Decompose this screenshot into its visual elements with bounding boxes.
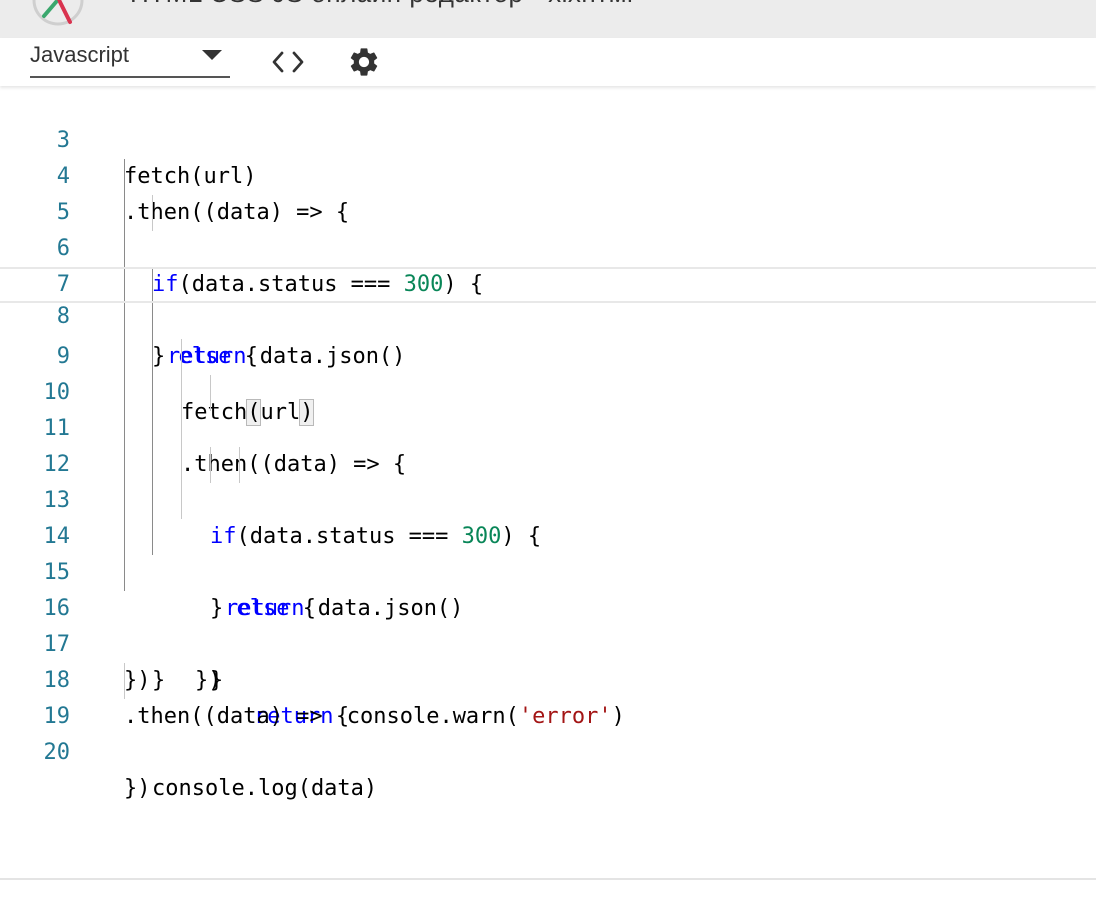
indent-guide: [181, 483, 182, 519]
code-text: }): [124, 776, 151, 801]
indent-guide: [152, 519, 153, 555]
indent-guide: [152, 483, 153, 519]
code-line[interactable]: 7 } else {: [0, 231, 1096, 369]
code-line[interactable]: 11 return data.json(): [0, 375, 1096, 621]
indent-guide: [152, 447, 153, 483]
code-line[interactable]: 5 if(data.status === 300) {: [0, 159, 1096, 297]
indent-guide: [124, 519, 125, 555]
indent-guide: [152, 195, 153, 231]
code-line[interactable]: 12 } else {: [0, 411, 1096, 621]
code-line[interactable]: 16 }: [0, 555, 1096, 693]
window-title: HTML CSS JS онлайн редактор - хіхнтмі: [130, 0, 633, 9]
indent-guide: [152, 269, 153, 301]
code-view-button[interactable]: [268, 42, 308, 82]
indent-guide: [124, 447, 125, 483]
code-line[interactable]: 19 console.log(data): [0, 663, 1096, 801]
indent-guide: [124, 303, 125, 339]
indent-guide: [152, 339, 153, 375]
indent-guide: [152, 411, 153, 447]
language-select[interactable]: Javascript: [30, 38, 230, 78]
language-select-value: Javascript: [30, 42, 130, 67]
indent-guide: [124, 555, 125, 591]
indent-guide: [181, 447, 182, 483]
indent-guide: [124, 483, 125, 519]
code-text: console.log(data): [152, 776, 378, 801]
code-line[interactable]: 6 return data.json(): [0, 195, 1096, 369]
line-number: 20: [43, 740, 71, 765]
editor-toolbar: Javascript: [0, 38, 1096, 86]
indent-guide: [124, 231, 125, 267]
settings-button[interactable]: [344, 42, 384, 82]
indent-guide: [181, 411, 182, 447]
gear-icon: [350, 48, 378, 76]
code-line[interactable]: 9 .then((data) => {: [0, 303, 1096, 477]
code-line[interactable]: 3 fetch(url): [0, 87, 1096, 189]
indent-guide: [124, 375, 125, 411]
chevron-down-icon: [202, 50, 222, 60]
code-line[interactable]: 13 return console.warn('error'): [0, 447, 1096, 729]
code-line[interactable]: 10 if(data.status === 300) {: [0, 339, 1096, 549]
editor-app: HTML CSS JS онлайн редактор - хіхнтмі Ja…: [0, 0, 1096, 924]
indent-guide: [210, 447, 211, 483]
code-line[interactable]: 14 }: [0, 483, 1096, 693]
indent-guide: [181, 375, 182, 411]
indent-guide: [152, 375, 153, 411]
code-line[interactable]: 20 }): [0, 699, 1096, 801]
indent-guide: [181, 339, 182, 375]
code-brackets-icon: [272, 51, 304, 73]
indent-guide: [124, 663, 125, 699]
code-line[interactable]: 15 }): [0, 519, 1096, 693]
indent-guide: [124, 411, 125, 447]
title-bar: HTML CSS JS онлайн редактор - хіхнтмі: [0, 0, 1096, 38]
indent-guide: [239, 447, 240, 483]
indent-guide: [124, 159, 125, 195]
indent-guide: [124, 195, 125, 231]
code-line[interactable]: 4 .then((data) => {: [0, 123, 1096, 225]
code-line[interactable]: 17 }): [0, 591, 1096, 693]
indent-guide: [124, 339, 125, 375]
code-line-active[interactable]: 8 fetch(url): [0, 267, 1096, 426]
indent-guide: [210, 375, 211, 411]
indent-guide: [124, 269, 125, 301]
editor-bottom-divider: [0, 878, 1096, 880]
code-line[interactable]: 18 .then((data) => {: [0, 627, 1096, 729]
indent-guide: [152, 303, 153, 339]
app-logo-icon: [32, 0, 84, 26]
code-editor[interactable]: 3 fetch(url) 4 .then((data) => { 5 if(da…: [0, 86, 1096, 880]
